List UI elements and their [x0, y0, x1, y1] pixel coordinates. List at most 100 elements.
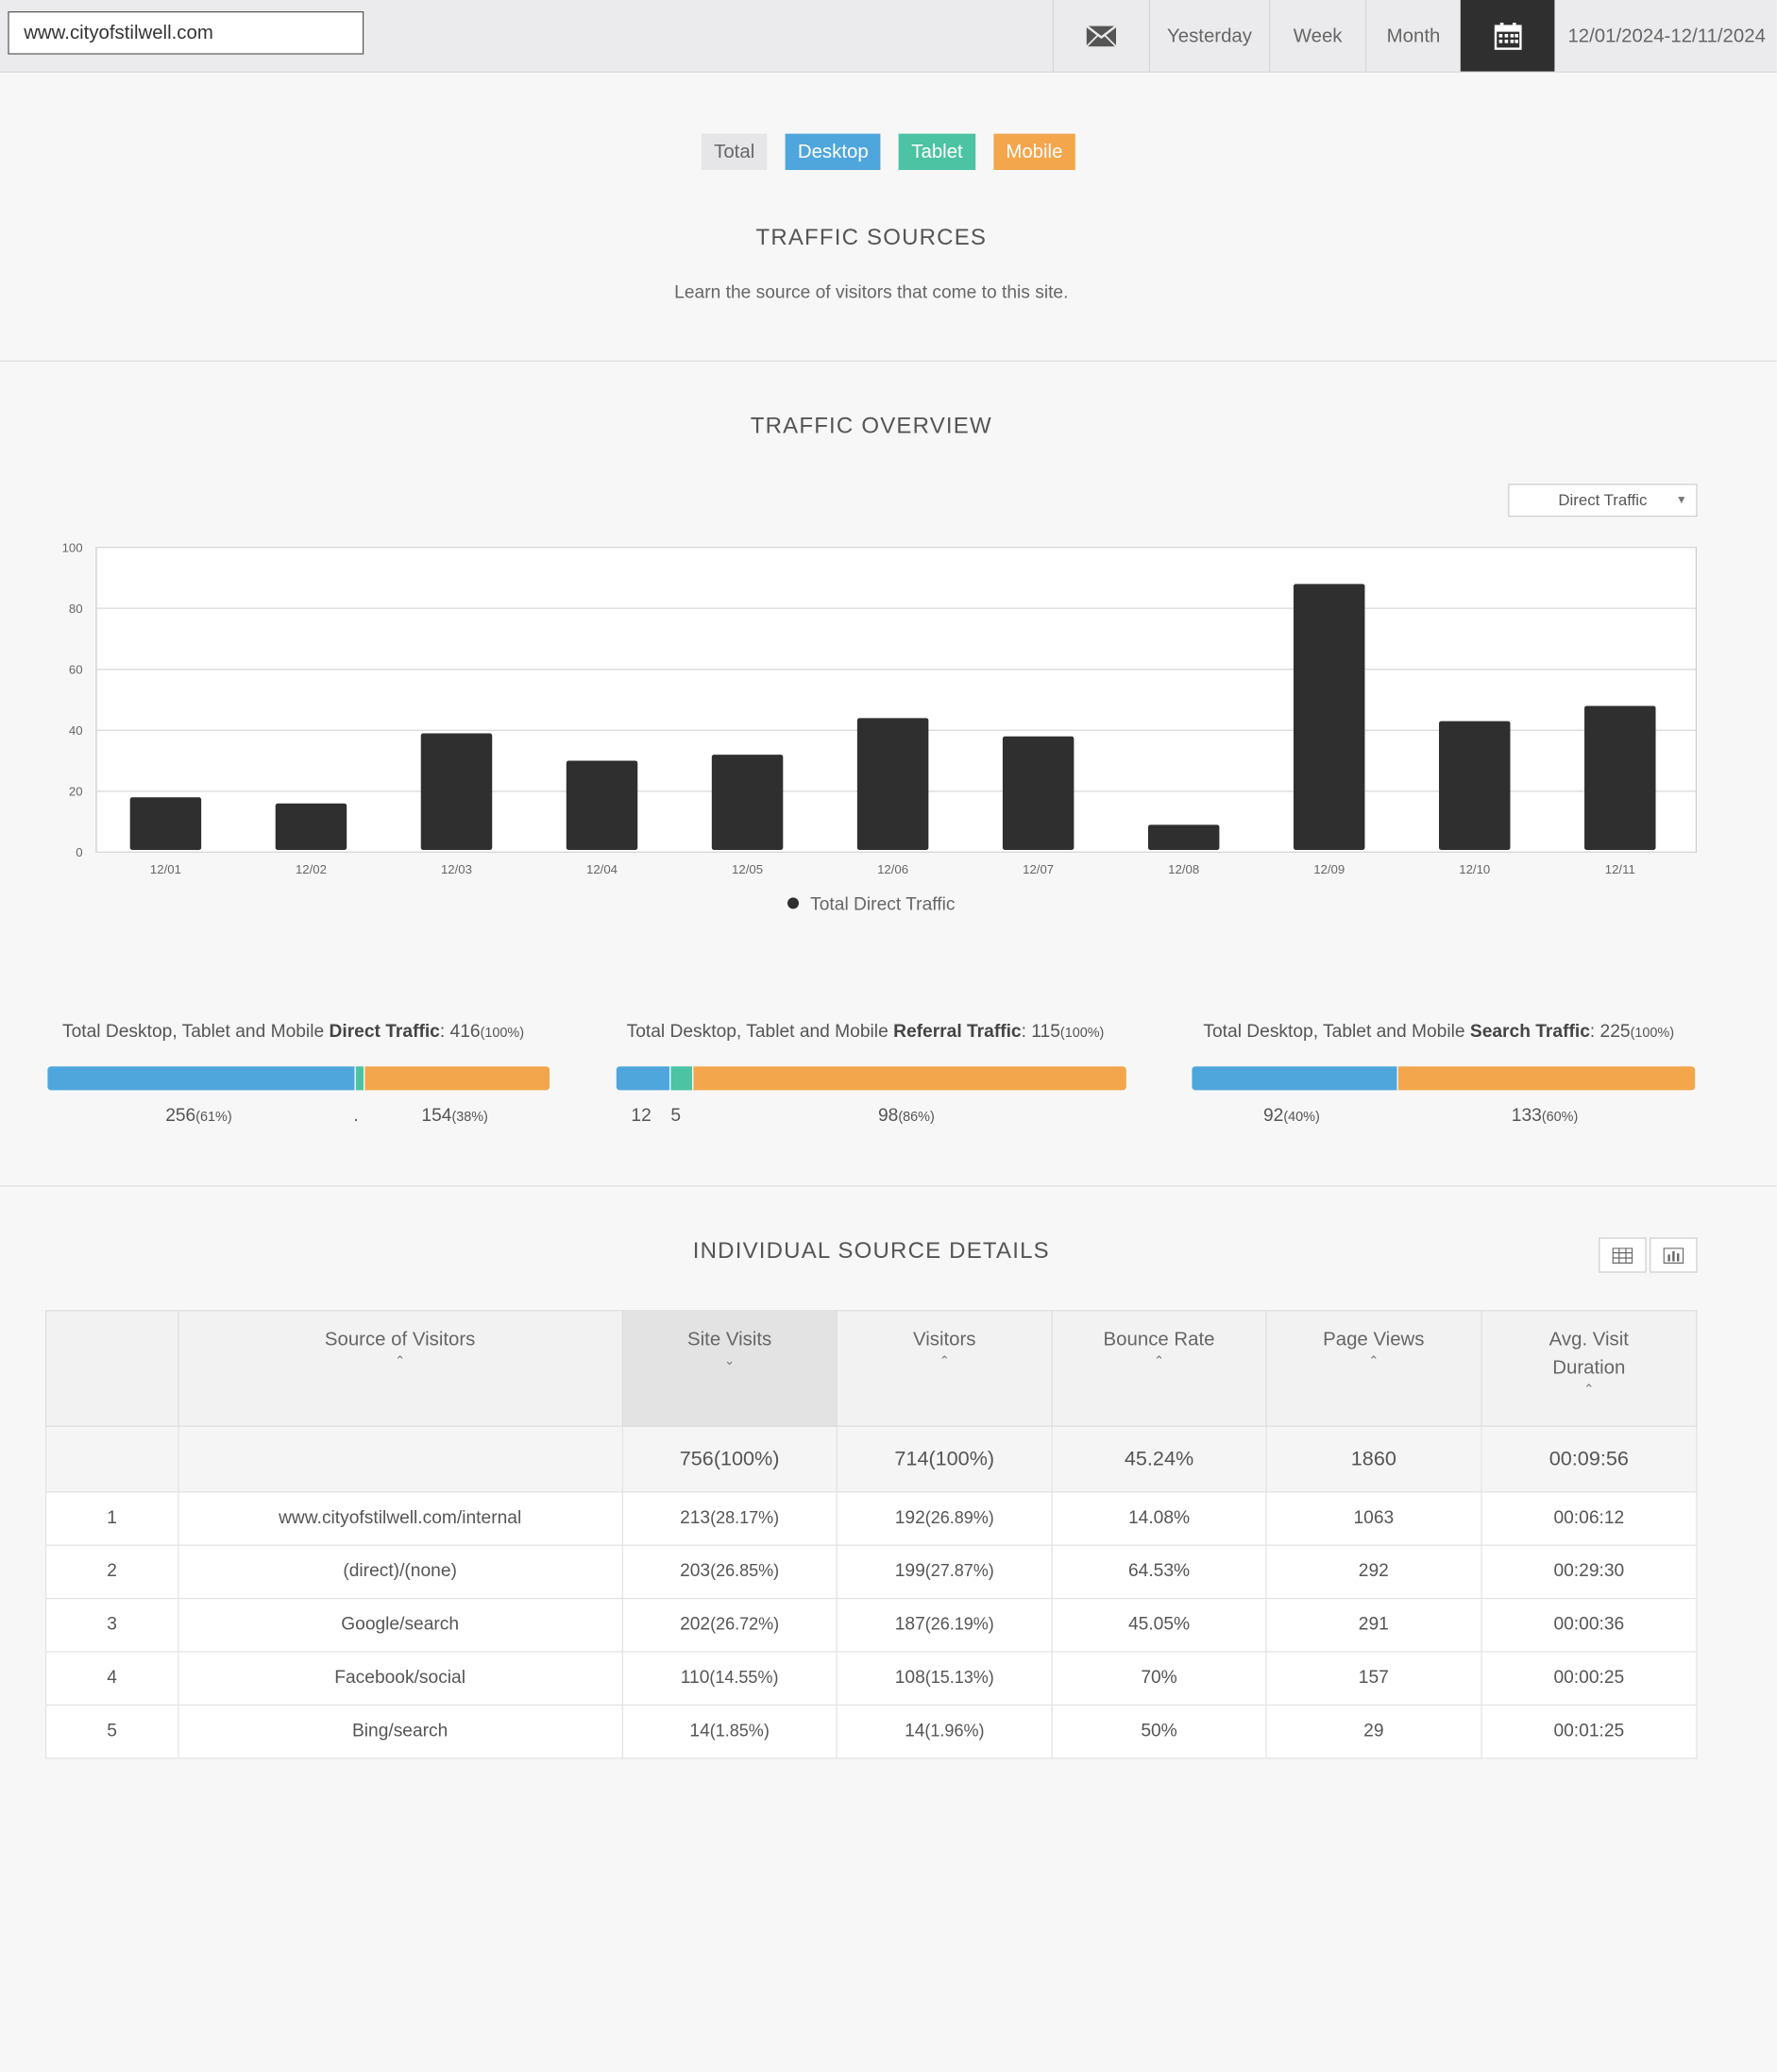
chart-legend: Total Direct Traffic [0, 895, 1743, 916]
envelope-icon [1086, 25, 1117, 47]
value-pct: (60%) [1541, 1108, 1579, 1125]
direct-traffic-bar [47, 1066, 550, 1091]
x-tick-label: 12/10 [1459, 862, 1490, 876]
row-visits: 213(28.17%) [621, 1491, 838, 1546]
bar [711, 755, 784, 851]
cell-number: 14 [905, 1721, 925, 1741]
site-url-field[interactable]: www.cityofstilwell.com [8, 11, 364, 55]
value-pct: (40%) [1283, 1108, 1320, 1125]
row-duration: 00:00:25 [1481, 1651, 1698, 1707]
mobile-segment [1397, 1066, 1696, 1091]
cell-pct: (15.13%) [924, 1668, 994, 1688]
direct-traffic-summary: Total Desktop, Tablet and Mobile Direct … [62, 1022, 524, 1043]
page-views-column-header[interactable]: Page Views ⌃ [1265, 1310, 1482, 1427]
visitors-column-header[interactable]: Visitors ⌃ [836, 1310, 1053, 1427]
row-rank: 4 [45, 1651, 179, 1707]
traffic-type-value: Direct Traffic [1558, 490, 1648, 509]
summary-pct: (100%) [1630, 1024, 1675, 1041]
row-visits: 202(26.72%) [621, 1598, 838, 1653]
x-tick-label: 12/11 [1605, 862, 1635, 876]
tab-week[interactable]: Week [1269, 0, 1365, 72]
traffic-overview-chart: 0 20 40 60 80 100 12/01 12/02 12/03 12/04 12/05 12/… [62, 540, 1698, 876]
row-bounce: 45.05% [1051, 1598, 1267, 1653]
table-row[interactable]: 3 Google/search 202(26.72%) 187(26.19%) 45.0… [45, 1598, 1698, 1653]
x-tick-label: 12/05 [732, 862, 763, 876]
tab-month[interactable]: Month [1365, 0, 1461, 72]
row-bounce: 50% [1051, 1704, 1267, 1759]
row-source: (direct)/(none) [177, 1544, 623, 1600]
referral-desktop-value: 12 [631, 1106, 652, 1126]
filter-desktop[interactable]: Desktop [785, 133, 881, 170]
sort-up-icon: ⌃ [1368, 1354, 1379, 1368]
table-row[interactable]: 2 (direct)/(none) 203(26.85%) 199(27.87%) 64… [45, 1544, 1698, 1600]
row-visits: 110(14.55%) [621, 1651, 838, 1707]
summary-kind: Search Traffic [1469, 1022, 1590, 1042]
chart-view-button[interactable] [1650, 1237, 1698, 1273]
row-rank: 2 [45, 1544, 179, 1600]
x-tick-label: 12/07 [1023, 862, 1054, 876]
divider [0, 360, 1777, 362]
source-column-header[interactable]: Source of Visitors ⌃ [177, 1310, 623, 1427]
column-label: Avg. Visit [1549, 1328, 1629, 1350]
value-pct: (61%) [195, 1108, 232, 1125]
row-visitors: 187(26.19%) [836, 1598, 1053, 1653]
x-tick-label: 12/04 [586, 862, 618, 876]
totals-visitors: 714(100%) [836, 1425, 1053, 1493]
cell-number: 187 [894, 1615, 925, 1635]
source-details-table: Source of Visitors ⌃ Site Visits ⌄ Visitor… [45, 1310, 1698, 1759]
column-label: Duration [1552, 1356, 1626, 1379]
cell-pct: (27.87%) [924, 1561, 994, 1582]
avg-visit-duration-column-header[interactable]: Avg. Visit Duration ⌃ [1481, 1310, 1698, 1427]
calendar-button[interactable] [1460, 0, 1555, 72]
table-row[interactable]: 4 Facebook/social 110(14.55%) 108(15.13%) 70… [45, 1651, 1698, 1707]
table-row[interactable]: 5 Bing/search 14(1.85%) 14(1.96%) 50% 29 00:01… [45, 1704, 1698, 1759]
rank-column-header [45, 1310, 179, 1427]
filter-mobile[interactable]: Mobile [993, 133, 1075, 170]
filter-total[interactable]: Total [701, 133, 768, 170]
calendar-icon [1494, 22, 1522, 50]
cell-number: 108 [894, 1668, 925, 1688]
cell-pct: (26.19%) [924, 1615, 994, 1635]
x-tick-label: 12/02 [296, 862, 327, 876]
cell-number: 199 [894, 1561, 925, 1582]
date-range[interactable]: 12/01/2024-12/11/2024 [1554, 0, 1776, 72]
direct-mobile-value: 154(38%) [421, 1106, 487, 1127]
row-visitors: 199(27.87%) [836, 1544, 1053, 1600]
referral-mobile-value: 98(86%) [878, 1106, 935, 1127]
direct-desktop-value: 256(61%) [165, 1106, 231, 1127]
email-report-button[interactable] [1052, 0, 1149, 72]
summary-kind: Direct Traffic [329, 1022, 440, 1042]
bar [566, 760, 638, 851]
cell-number: 110 [680, 1668, 710, 1688]
cell-number: 14 [689, 1721, 710, 1741]
row-duration: 00:29:30 [1481, 1544, 1698, 1600]
bar [1147, 824, 1220, 851]
direct-tablet-value: . [353, 1106, 359, 1126]
y-tick-label: 20 [69, 785, 83, 799]
bounce-rate-column-header[interactable]: Bounce Rate ⌃ [1051, 1310, 1267, 1427]
row-source: Facebook/social [177, 1651, 623, 1707]
search-mobile-value: 133(60%) [1512, 1106, 1578, 1127]
totals-bounce: 45.24% [1051, 1425, 1267, 1493]
table-header-row: Source of Visitors ⌃ Site Visits ⌄ Visitor… [45, 1310, 1698, 1427]
traffic-type-select[interactable]: Direct Traffic ▼ [1508, 484, 1698, 518]
summary-prefix: Total Desktop, Tablet and Mobile [62, 1022, 330, 1042]
row-bounce: 14.08% [1051, 1491, 1267, 1546]
desktop-segment [616, 1066, 669, 1091]
tab-yesterday[interactable]: Yesterday [1148, 0, 1269, 72]
sort-up-icon: ⌃ [1583, 1383, 1595, 1397]
row-views: 157 [1265, 1651, 1482, 1707]
table-row[interactable]: 1 www.cityofstilwell.com/internal 213(28.1… [45, 1491, 1698, 1546]
bar [856, 718, 929, 851]
filter-tablet[interactable]: Tablet [899, 133, 975, 170]
desktop-segment [47, 1066, 356, 1091]
site-visits-column-header[interactable]: Site Visits ⌄ [621, 1310, 838, 1427]
traffic-sources-subtitle: Learn the source of visitors that come t… [674, 283, 1069, 303]
totals-row: 756(100%) 714(100%) 45.24% 1860 00:09:56 [45, 1425, 1698, 1493]
chevron-down-icon: ▼ [1675, 494, 1687, 507]
table-view-button[interactable] [1599, 1237, 1647, 1273]
y-tick-label: 80 [69, 602, 83, 616]
row-rank: 3 [45, 1598, 179, 1653]
tablet-segment [356, 1066, 364, 1091]
value-number: 92 [1263, 1106, 1284, 1126]
